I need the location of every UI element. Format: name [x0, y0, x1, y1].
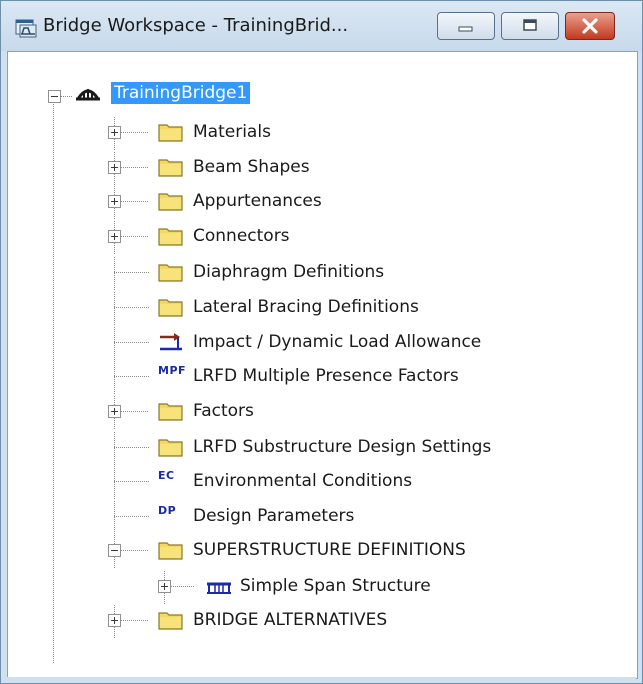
tree-item-label: Environmental Conditions	[193, 471, 413, 491]
tree-connector	[114, 481, 150, 482]
dp-icon: DP	[158, 504, 177, 517]
mpf-icon: MPF	[158, 364, 187, 377]
tree-guide-line	[114, 327, 115, 361]
close-icon	[582, 18, 598, 34]
tree-connector	[121, 201, 149, 202]
folder-icon	[158, 193, 183, 211]
folder-icon	[158, 439, 183, 457]
tree-item[interactable]: Diaphragm Definitions	[8, 257, 628, 291]
tree-item-label: LRFD Multiple Presence Factors	[193, 366, 459, 386]
folder-icon	[158, 124, 183, 142]
folder-icon	[158, 228, 183, 246]
bridge-workspace-icon	[15, 19, 37, 38]
tree-connector	[61, 96, 73, 97]
tree-item-label: Diaphragm Definitions	[193, 262, 385, 282]
folder-icon	[158, 264, 183, 282]
tree-connector	[114, 447, 150, 448]
maximize-button[interactable]	[501, 12, 559, 40]
tree-item-label: LRFD Substructure Design Settings	[193, 437, 492, 457]
collapse-toggle[interactable]	[48, 90, 61, 103]
tree-item[interactable]: SUPERSTRUCTURE DEFINITIONS	[8, 535, 628, 569]
tree-connector	[114, 342, 150, 343]
tree-item[interactable]: EC Environmental Conditions	[8, 466, 628, 500]
tree-item[interactable]: Materials	[8, 117, 628, 151]
tree-item-label: Connectors	[193, 226, 290, 246]
expand-toggle[interactable]	[108, 126, 121, 139]
minimize-icon	[458, 26, 473, 32]
window-bottom-border	[7, 677, 636, 683]
close-button[interactable]	[565, 12, 615, 40]
tree-guide-line	[114, 432, 115, 466]
tree-item[interactable]: LRFD Substructure Design Settings	[8, 432, 628, 466]
tree-root[interactable]: TrainingBridge1	[8, 81, 608, 115]
ec-icon: EC	[158, 469, 175, 482]
bridge-workspace-window: Bridge Workspace - TrainingBrid... Train…	[0, 0, 643, 684]
tree-connector	[121, 411, 149, 412]
tree-item-label: Lateral Bracing Definitions	[193, 297, 419, 317]
tree-connector	[121, 167, 149, 168]
tree-connector	[121, 236, 149, 237]
bridge-arch-icon	[76, 89, 100, 101]
tree-item[interactable]: BRIDGE ALTERNATIVES	[8, 605, 628, 639]
tree-item[interactable]: Appurtenances	[8, 186, 628, 220]
tree-item-label: Materials	[193, 122, 271, 142]
tree-guide-line	[114, 257, 115, 291]
tree-guide-line	[114, 361, 115, 395]
caption-buttons	[437, 12, 617, 40]
folder-icon	[158, 159, 183, 177]
folder-icon	[158, 612, 183, 630]
expand-toggle[interactable]	[108, 614, 121, 627]
tree-item[interactable]: DP Design Parameters	[8, 501, 628, 535]
tree-item[interactable]: Factors	[8, 396, 628, 430]
tree-connector	[114, 376, 150, 377]
tree-item-label: BRIDGE ALTERNATIVES	[193, 610, 388, 630]
tree-item[interactable]: Beam Shapes	[8, 152, 628, 186]
tree-item[interactable]: Simple Span Structure	[8, 571, 628, 605]
tree-connector	[121, 550, 149, 551]
folder-icon	[158, 299, 183, 317]
expand-toggle[interactable]	[108, 230, 121, 243]
tree-item-label: Beam Shapes	[193, 157, 310, 177]
impact-load-icon	[160, 333, 182, 351]
tree-item-label: Factors	[193, 401, 254, 421]
tree-item[interactable]: Connectors	[8, 221, 628, 255]
span-structure-icon	[207, 582, 231, 594]
tree-item-label: Impact / Dynamic Load Allowance	[193, 332, 482, 352]
window-title: Bridge Workspace - TrainingBrid...	[43, 15, 349, 36]
tree-item-label: Design Parameters	[193, 506, 355, 526]
tree-connector	[114, 272, 150, 273]
tree-connector	[114, 516, 150, 517]
folder-icon	[158, 403, 183, 421]
tree-item[interactable]: Lateral Bracing Definitions	[8, 292, 628, 326]
tree-item[interactable]: Impact / Dynamic Load Allowance	[8, 327, 628, 361]
tree-item[interactable]: MPF LRFD Multiple Presence Factors	[8, 361, 628, 395]
tree-guide-line	[114, 466, 115, 500]
tree-item-label: Simple Span Structure	[240, 576, 431, 596]
tree-view[interactable]: TrainingBridge1 Materials Beam Shapes Appu…	[7, 51, 638, 679]
expand-toggle[interactable]	[108, 195, 121, 208]
maximize-icon	[523, 19, 537, 31]
minimize-button[interactable]	[437, 12, 495, 40]
expand-toggle[interactable]	[108, 405, 121, 418]
tree-guide-line	[114, 501, 115, 535]
tree-connector	[121, 620, 149, 621]
tree-connector	[114, 307, 150, 308]
tree-connector	[171, 586, 195, 587]
tree-guide-line	[114, 292, 115, 326]
expand-toggle[interactable]	[158, 580, 171, 593]
tree-item-label: Appurtenances	[193, 191, 322, 211]
tree-connector	[121, 132, 149, 133]
tree-item-label: SUPERSTRUCTURE DEFINITIONS	[193, 540, 466, 560]
folder-icon	[158, 542, 183, 560]
expand-toggle[interactable]	[108, 161, 121, 174]
tree-root-label: TrainingBridge1	[111, 82, 251, 104]
title-bar[interactable]: Bridge Workspace - TrainingBrid...	[1, 1, 642, 51]
collapse-toggle[interactable]	[108, 544, 121, 557]
